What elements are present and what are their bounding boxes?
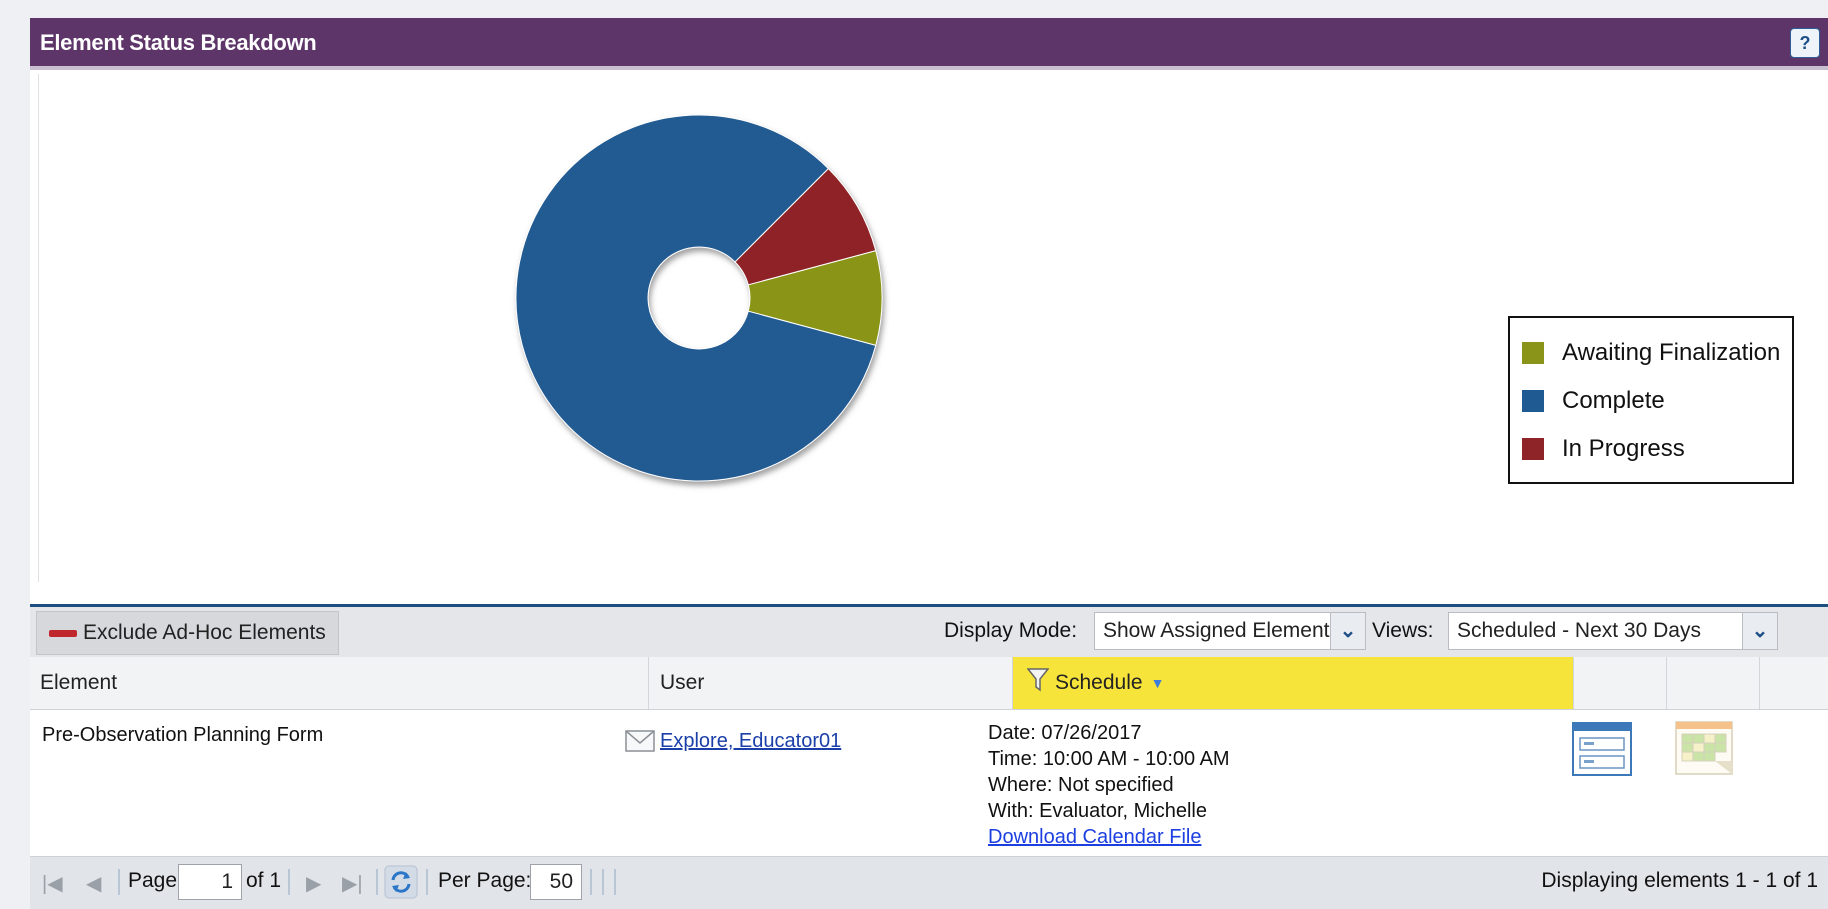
legend-item-awaiting-finalization: Awaiting Finalization — [1522, 338, 1780, 368]
schedule-date: Date: 07/26/2017 — [988, 722, 1142, 744]
column-header-user[interactable]: User — [660, 657, 1000, 709]
table-header: Element User Schedule ▼ — [30, 657, 1828, 710]
schedule-header-label: Schedule — [1055, 671, 1143, 694]
column-divider — [1666, 657, 1667, 709]
calendar-icon[interactable] — [1674, 720, 1736, 783]
pager-divider — [376, 869, 378, 895]
per-page-input[interactable]: 50 — [530, 864, 582, 900]
sort-desc-icon[interactable]: ▼ — [1151, 675, 1165, 691]
pagination-bar: |◀ ◀ Page 1 of 1 ▶ ▶| Per Page: 50 Displ… — [30, 856, 1828, 909]
first-page-icon[interactable]: |◀ — [42, 871, 63, 896]
display-mode-label: Display Mode: — [944, 619, 1078, 642]
pager-divider — [118, 869, 120, 895]
pager-divider — [288, 869, 290, 895]
mail-icon[interactable] — [625, 730, 655, 757]
chart-legend: Awaiting Finalization Complete In Progre… — [1508, 316, 1794, 484]
legend-swatch-in-progress — [1522, 438, 1544, 460]
displaying-count: Displaying elements 1 - 1 of 1 — [1541, 869, 1818, 892]
legend-swatch-complete — [1522, 390, 1544, 412]
display-mode-select[interactable]: Show Assigned Elements ⌄ — [1094, 612, 1366, 650]
per-page-label: Per Page: — [438, 869, 532, 892]
panel-header: Element Status Breakdown ? — [30, 18, 1828, 70]
page-label: Page — [128, 869, 178, 892]
display-mode-value: Show Assigned Elements — [1103, 619, 1340, 642]
column-divider — [648, 657, 649, 709]
pager-divider — [590, 869, 592, 895]
legend-swatch-awaiting-finalization — [1522, 342, 1544, 364]
schedule-with: With: Evaluator, Michelle — [988, 800, 1207, 822]
help-button[interactable]: ? — [1790, 28, 1820, 58]
user-link[interactable]: Explore, Educator01 — [660, 730, 841, 753]
panel-title: Element Status Breakdown — [40, 30, 317, 55]
element-status-panel: Element Status Breakdown ? Awaiting Fina… — [30, 18, 1828, 909]
pager-divider — [602, 869, 604, 895]
page-count: of 1 — [246, 869, 282, 892]
minus-icon — [49, 629, 77, 637]
filter-funnel-icon[interactable] — [1026, 667, 1050, 699]
element-name: Pre-Observation Planning Form — [42, 724, 324, 746]
column-header-element[interactable]: Element — [40, 657, 640, 709]
views-label: Views: — [1372, 619, 1434, 642]
column-header-schedule[interactable]: Schedule ▼ — [1013, 657, 1573, 709]
refresh-icon[interactable] — [384, 865, 418, 904]
last-page-icon[interactable]: ▶| — [342, 871, 363, 896]
donut-chart — [515, 114, 883, 482]
chevron-down-icon[interactable]: ⌄ — [1742, 613, 1777, 649]
exclude-ad-hoc-label: Exclude Ad-Hoc Elements — [83, 621, 326, 644]
legend-label-complete: Complete — [1562, 387, 1665, 414]
pager-divider — [426, 869, 428, 895]
exclude-ad-hoc-button[interactable]: Exclude Ad-Hoc Elements — [36, 611, 339, 655]
chart-area: Awaiting Finalization Complete In Progre… — [38, 74, 1828, 582]
legend-item-in-progress: In Progress — [1522, 434, 1685, 464]
schedule-time: Time: 10:00 AM - 10:00 AM — [988, 748, 1230, 770]
pager-divider — [614, 869, 616, 895]
column-divider — [1573, 657, 1574, 709]
column-divider — [1759, 657, 1760, 709]
schedule-where: Where: Not specified — [988, 774, 1174, 796]
page-number-input[interactable]: 1 — [178, 864, 242, 900]
form-view-icon[interactable] — [1572, 722, 1632, 781]
next-page-icon[interactable]: ▶ — [306, 871, 321, 896]
views-value: Scheduled - Next 30 Days — [1457, 619, 1701, 642]
table-row[interactable]: Pre-Observation Planning Form Explore, E… — [30, 710, 1828, 856]
legend-label-awaiting-finalization: Awaiting Finalization — [1562, 339, 1781, 366]
download-calendar-link[interactable]: Download Calendar File — [988, 824, 1230, 850]
legend-label-in-progress: In Progress — [1562, 435, 1685, 462]
legend-item-complete: Complete — [1522, 386, 1665, 416]
grid-toolbar: Exclude Ad-Hoc Elements Display Mode: Sh… — [30, 604, 1828, 660]
previous-page-icon[interactable]: ◀ — [86, 871, 101, 896]
chevron-down-icon[interactable]: ⌄ — [1330, 613, 1365, 649]
schedule-details: Date: 07/26/2017 Time: 10:00 AM - 10:00 … — [988, 720, 1230, 850]
views-select[interactable]: Scheduled - Next 30 Days ⌄ — [1448, 612, 1778, 650]
